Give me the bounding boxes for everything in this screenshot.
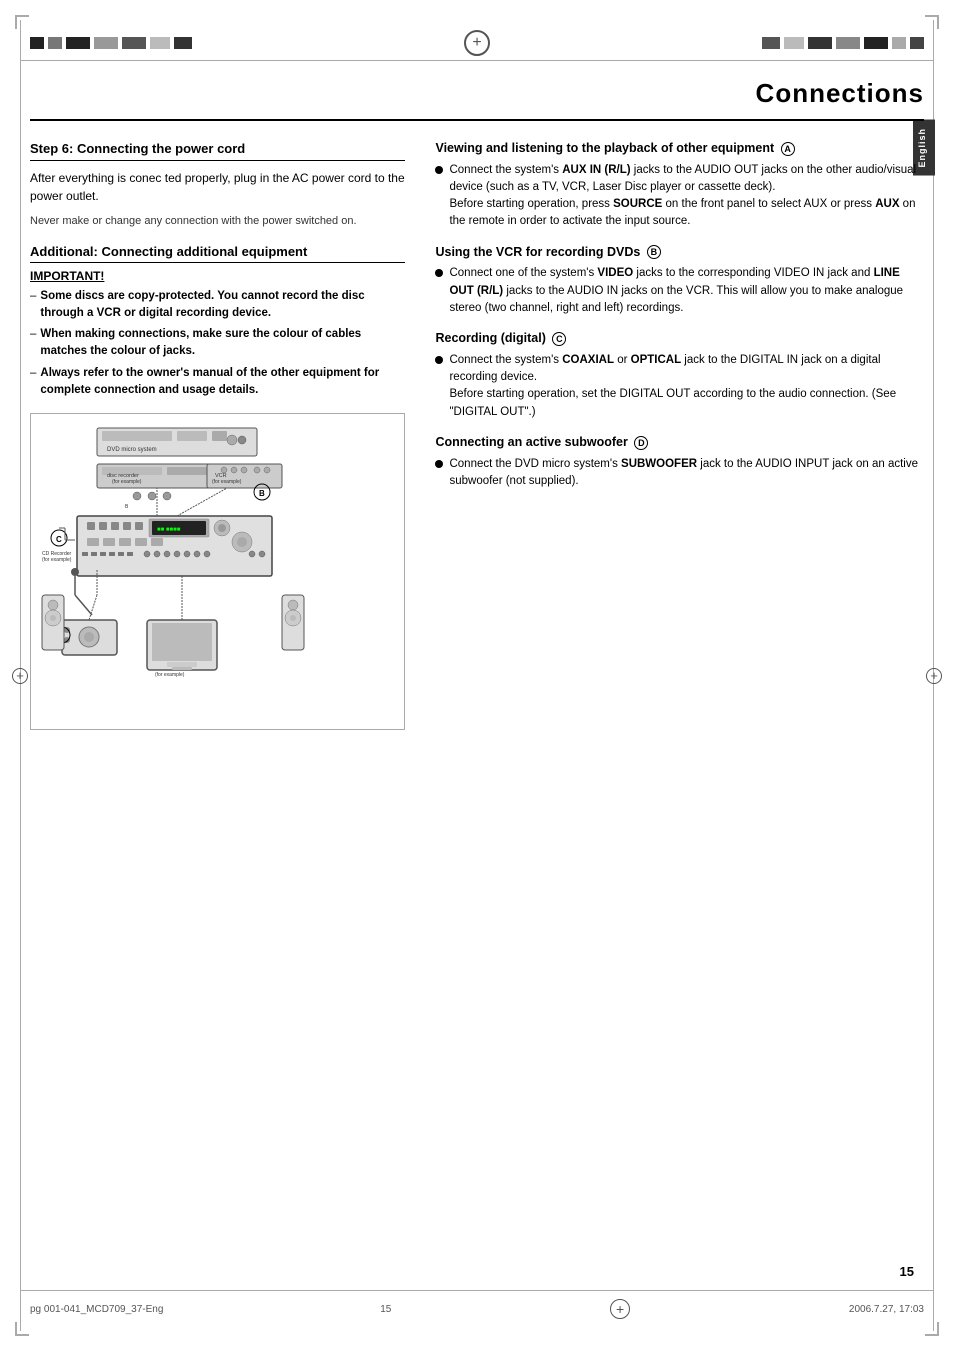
page-number: 15 <box>900 1264 914 1279</box>
bullet-dot-icon <box>435 356 443 364</box>
right-column: Viewing and listening to the playback of… <box>435 141 924 730</box>
viewing-bullet: Connect the system's AUX IN (R/L) jacks … <box>435 162 924 231</box>
bullet-dash: – <box>30 288 36 323</box>
viewing-circle-label: A <box>781 142 795 156</box>
recording-title-text: Recording (digital) <box>435 331 545 345</box>
bar-block <box>808 37 832 49</box>
subwoofer-bullet: Connect the DVD micro system's SUBWOOFER… <box>435 456 924 491</box>
viewing-bullet-text: Connect the system's AUX IN (R/L) jacks … <box>449 162 924 231</box>
svg-text:B: B <box>259 489 265 498</box>
bar-block <box>174 37 192 49</box>
bar-block <box>784 37 804 49</box>
bar-block <box>66 37 90 49</box>
svg-text:(for example): (for example) <box>155 672 185 678</box>
top-bar-right <box>762 37 924 49</box>
svg-text:■■ ■■■■: ■■ ■■■■ <box>157 527 181 533</box>
subwoofer-title: Connecting an active subwoofer D <box>435 435 924 450</box>
vcr-bullet-text: Connect one of the system's VIDEO jacks … <box>449 265 924 317</box>
bullet-dash: – <box>30 365 36 400</box>
top-bar <box>0 28 954 58</box>
svg-text:C: C <box>56 535 62 544</box>
footer-left: pg 001-041_MCD709_37-Eng <box>30 1304 163 1315</box>
bar-block <box>150 37 170 49</box>
bullet-item-2: – When making connections, make sure the… <box>30 326 405 361</box>
corner-bl <box>15 1322 29 1336</box>
vcr-bullet: Connect one of the system's VIDEO jacks … <box>435 265 924 317</box>
bullet-item-1: – Some discs are copy-protected. You can… <box>30 288 405 323</box>
recording-circle-label: C <box>552 332 566 346</box>
bar-block <box>122 37 146 49</box>
svg-text:(for example): (for example) <box>212 479 242 485</box>
border-top <box>20 60 934 61</box>
viewing-title: Viewing and listening to the playback of… <box>435 141 924 156</box>
additional-heading: Additional: Connecting additional equipm… <box>30 244 405 263</box>
vcr-title-text: Using the VCR for recording DVDs <box>435 245 640 259</box>
crosshair-left: + <box>10 666 30 686</box>
footer-middle-number: 15 <box>380 1304 391 1315</box>
bullet-item-3: – Always refer to the owner's manual of … <box>30 365 405 400</box>
recording-bullet: Connect the system's COAXIAL or OPTICAL … <box>435 352 924 421</box>
important-label: IMPORTANT! <box>30 269 405 283</box>
footer-right: 2006.7.27, 17:03 <box>849 1304 924 1315</box>
bar-block <box>762 37 780 49</box>
corner-tl <box>15 15 29 29</box>
bullet-dot-icon <box>435 460 443 468</box>
svg-text:DVD micro system: DVD micro system <box>107 447 157 453</box>
recording-title: Recording (digital) C <box>435 331 924 346</box>
border-bottom <box>20 1290 934 1291</box>
bar-block <box>836 37 860 49</box>
bar-block <box>892 37 906 49</box>
bar-block <box>94 37 118 49</box>
bar-block <box>30 37 44 49</box>
svg-text:B: B <box>125 504 129 510</box>
recording-bullet-text: Connect the system's COAXIAL or OPTICAL … <box>449 352 924 421</box>
bullet-text-3: Always refer to the owner's manual of th… <box>40 365 405 400</box>
crosshair-top-center <box>462 28 492 58</box>
footer-crosshair <box>608 1297 632 1321</box>
viewing-title-text: Viewing and listening to the playback of… <box>435 141 774 155</box>
step-heading: Step 6: Connecting the power cord <box>30 141 405 161</box>
footer: pg 001-041_MCD709_37-Eng 15 2006.7.27, 1… <box>30 1297 924 1321</box>
bullet-text-2: When making connections, make sure the c… <box>40 326 405 361</box>
corner-br <box>925 1322 939 1336</box>
bullet-dot-icon <box>435 269 443 277</box>
bullet-dash: – <box>30 326 36 361</box>
subwoofer-circle-label: D <box>634 436 648 450</box>
subwoofer-title-text: Connecting an active subwoofer <box>435 435 627 449</box>
svg-text:(for example): (for example) <box>42 557 72 563</box>
subwoofer-bullet-text: Connect the DVD micro system's SUBWOOFER… <box>449 456 924 491</box>
bullet-dot-icon <box>435 166 443 174</box>
step-note: Never make or change any connection with… <box>30 213 405 230</box>
corner-tr <box>925 15 939 29</box>
bar-block <box>910 37 924 49</box>
recording-section: Recording (digital) C Connect the system… <box>435 331 924 421</box>
bar-block <box>864 37 888 49</box>
columns: Step 6: Connecting the power cord After … <box>30 141 924 730</box>
vcr-title: Using the VCR for recording DVDs B <box>435 245 924 260</box>
diagram-svg: DVD micro system disc recorder (for exam… <box>37 420 307 720</box>
step-body: After everything is conec ted properly, … <box>30 169 405 205</box>
vcr-section: Using the VCR for recording DVDs B Conne… <box>435 245 924 317</box>
subwoofer-section: Connecting an active subwoofer D Connect… <box>435 435 924 490</box>
main-content: Connections Step 6: Connecting the power… <box>30 70 924 1281</box>
page-title: Connections <box>30 70 924 121</box>
svg-text:(for example): (for example) <box>112 479 142 485</box>
viewing-section: Viewing and listening to the playback of… <box>435 141 924 231</box>
crosshair-right: + <box>924 666 944 686</box>
bullet-text-1: Some discs are copy-protected. You canno… <box>40 288 405 323</box>
bar-block <box>48 37 62 49</box>
top-bar-left <box>30 37 192 49</box>
left-column: Step 6: Connecting the power cord After … <box>30 141 405 730</box>
diagram-container: DVD micro system disc recorder (for exam… <box>30 413 405 730</box>
vcr-circle-label: B <box>647 245 661 259</box>
